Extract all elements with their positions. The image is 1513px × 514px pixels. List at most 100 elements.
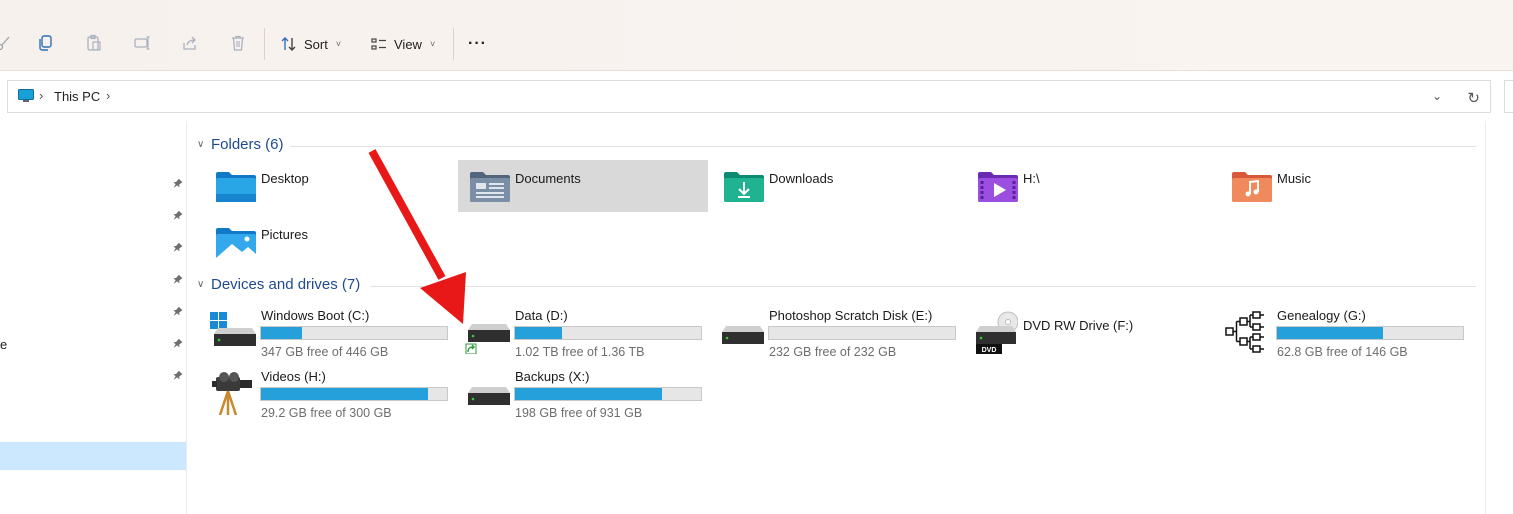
drive-tile-f[interactable]: DVD DVD RW Drive (F:): [966, 304, 1216, 360]
drive-tile-e[interactable]: Photoshop Scratch Disk (E:) 232 GB free …: [712, 304, 962, 360]
cut-icon[interactable]: [0, 32, 14, 54]
paste-icon[interactable]: [83, 32, 105, 54]
rename-icon[interactable]: [131, 32, 153, 54]
drive-name: DVD RW Drive (F:): [1023, 318, 1134, 333]
hard-drive-shortcut-icon: [465, 324, 510, 354]
drives-section-header[interactable]: ∨ Devices and drives (7): [197, 276, 360, 293]
drive-free-space: 1.02 TB free of 1.36 TB: [515, 345, 645, 359]
drive-usage-fill: [1277, 327, 1384, 339]
dvd-drive-icon: DVD: [976, 311, 1018, 354]
folder-tile-music[interactable]: Music: [1220, 160, 1470, 212]
drive-tile-x[interactable]: Backups (X:) 198 GB free of 931 GB: [458, 365, 708, 421]
drive-usage-fill: [261, 388, 429, 400]
delete-icon[interactable]: [227, 32, 249, 54]
pin-icon: [173, 210, 183, 220]
drive-usage-bar: [260, 387, 448, 401]
drive-usage-fill: [515, 327, 562, 339]
folder-name: Downloads: [769, 171, 834, 186]
folders-section-header[interactable]: ∨ Folders (6): [197, 136, 284, 153]
folder-name: H:\: [1023, 171, 1040, 186]
view-label: View: [394, 36, 422, 52]
family-tree-icon: [1225, 311, 1264, 353]
breadcrumb-this-pc[interactable]: This PC: [54, 89, 100, 104]
drive-tile-d[interactable]: Data (D:) 1.02 TB free of 1.36 TB: [458, 304, 708, 360]
windows-drive-icon: [210, 312, 256, 346]
chevron-down-icon: ˅: [335, 39, 342, 49]
folder-tile-downloads[interactable]: Downloads: [712, 160, 962, 212]
sort-label: Sort: [304, 36, 328, 52]
drive-free-space: 62.8 GB free of 146 GB: [1277, 345, 1408, 359]
drive-usage-bar: [514, 387, 702, 401]
videos-folder-icon: [978, 172, 1018, 202]
downloads-folder-icon: [724, 172, 764, 202]
nav-item-label-partial[interactable]: e: [0, 337, 7, 352]
drive-tile-c[interactable]: Windows Boot (C:) 347 GB free of 446 GB: [204, 304, 454, 360]
folder-name: Pictures: [261, 227, 308, 242]
view-button[interactable]: View ˅: [370, 31, 435, 57]
folder-tile-desktop[interactable]: Desktop: [204, 160, 454, 212]
more-options-button[interactable]: ···: [468, 31, 487, 57]
hard-drive-icon: [722, 326, 764, 344]
folder-tile-documents[interactable]: Documents: [458, 160, 708, 212]
drive-usage-fill: [515, 388, 662, 400]
sort-icon: [281, 37, 296, 51]
collapse-chevron-icon[interactable]: ∨: [197, 279, 209, 290]
folder-tile-pictures[interactable]: Pictures: [204, 216, 454, 268]
pin-icon: [173, 306, 183, 316]
share-icon[interactable]: [179, 32, 201, 54]
pin-icon: [173, 338, 183, 348]
search-box[interactable]: [1504, 80, 1513, 113]
pictures-folder-icon: [216, 228, 256, 258]
drive-name: Data (D:): [515, 308, 568, 323]
nav-item-selected[interactable]: [0, 442, 186, 470]
drive-name: Photoshop Scratch Disk (E:): [769, 308, 933, 323]
breadcrumb-chevron-icon[interactable]: ›: [39, 88, 43, 103]
folder-tile-h-drive[interactable]: H:\: [966, 160, 1216, 212]
drive-free-space: 347 GB free of 446 GB: [261, 345, 389, 359]
drive-usage-fill: [261, 327, 302, 339]
camera-tripod-icon: [212, 372, 252, 415]
drive-tile-g[interactable]: Genealogy (G:) 62.8 GB free of 146 GB: [1220, 304, 1470, 360]
drive-free-space: 29.2 GB free of 300 GB: [261, 406, 392, 420]
drive-name: Videos (H:): [261, 369, 326, 384]
drive-usage-bar: [260, 326, 448, 340]
drive-usage-bar: [768, 326, 956, 340]
section-divider: [370, 286, 1476, 287]
breadcrumb-chevron-icon[interactable]: ›: [106, 88, 110, 103]
address-history-chevron-icon[interactable]: ⌄: [1432, 89, 1442, 103]
pin-icon: [173, 370, 183, 380]
drive-usage-bar: [1276, 326, 1464, 340]
pin-icon: [173, 178, 183, 188]
drive-free-space: 232 GB free of 232 GB: [769, 345, 897, 359]
hard-drive-icon: [468, 387, 510, 405]
section-divider: [290, 146, 1476, 147]
pin-icon: [173, 274, 183, 284]
copy-icon[interactable]: [35, 32, 57, 54]
drive-tile-h[interactable]: Videos (H:) 29.2 GB free of 300 GB: [204, 365, 454, 421]
folder-name: Documents: [515, 171, 581, 186]
drive-usage-bar: [514, 326, 702, 340]
svg-text:DVD: DVD: [982, 347, 997, 354]
drive-name: Backups (X:): [515, 369, 590, 384]
folder-name: Music: [1277, 171, 1311, 186]
collapse-chevron-icon[interactable]: ∨: [197, 139, 209, 150]
address-bar[interactable]: › This PC › ⌄ ↻: [7, 80, 1491, 113]
documents-folder-icon: [470, 172, 510, 202]
chevron-down-icon: ˅: [429, 39, 436, 49]
folder-name: Desktop: [261, 171, 309, 186]
more-icon: ···: [468, 35, 487, 52]
pin-icon: [173, 242, 183, 252]
drive-name: Windows Boot (C:): [261, 308, 370, 323]
pane-divider[interactable]: [186, 121, 187, 514]
drives-section-title: Devices and drives (7): [211, 276, 361, 293]
refresh-icon[interactable]: ↻: [1467, 89, 1480, 107]
desktop-folder-icon: [216, 172, 256, 202]
drive-name: Genealogy (G:): [1277, 308, 1366, 323]
this-pc-icon: [18, 89, 34, 102]
drive-free-space: 198 GB free of 931 GB: [515, 406, 643, 420]
toolbar-separator: [453, 28, 454, 60]
sort-button[interactable]: Sort ˅: [280, 31, 341, 57]
command-bar: Sort ˅ View ˅ ···: [0, 0, 1513, 71]
pane-divider: [1485, 121, 1486, 514]
music-folder-icon: [1232, 172, 1272, 202]
